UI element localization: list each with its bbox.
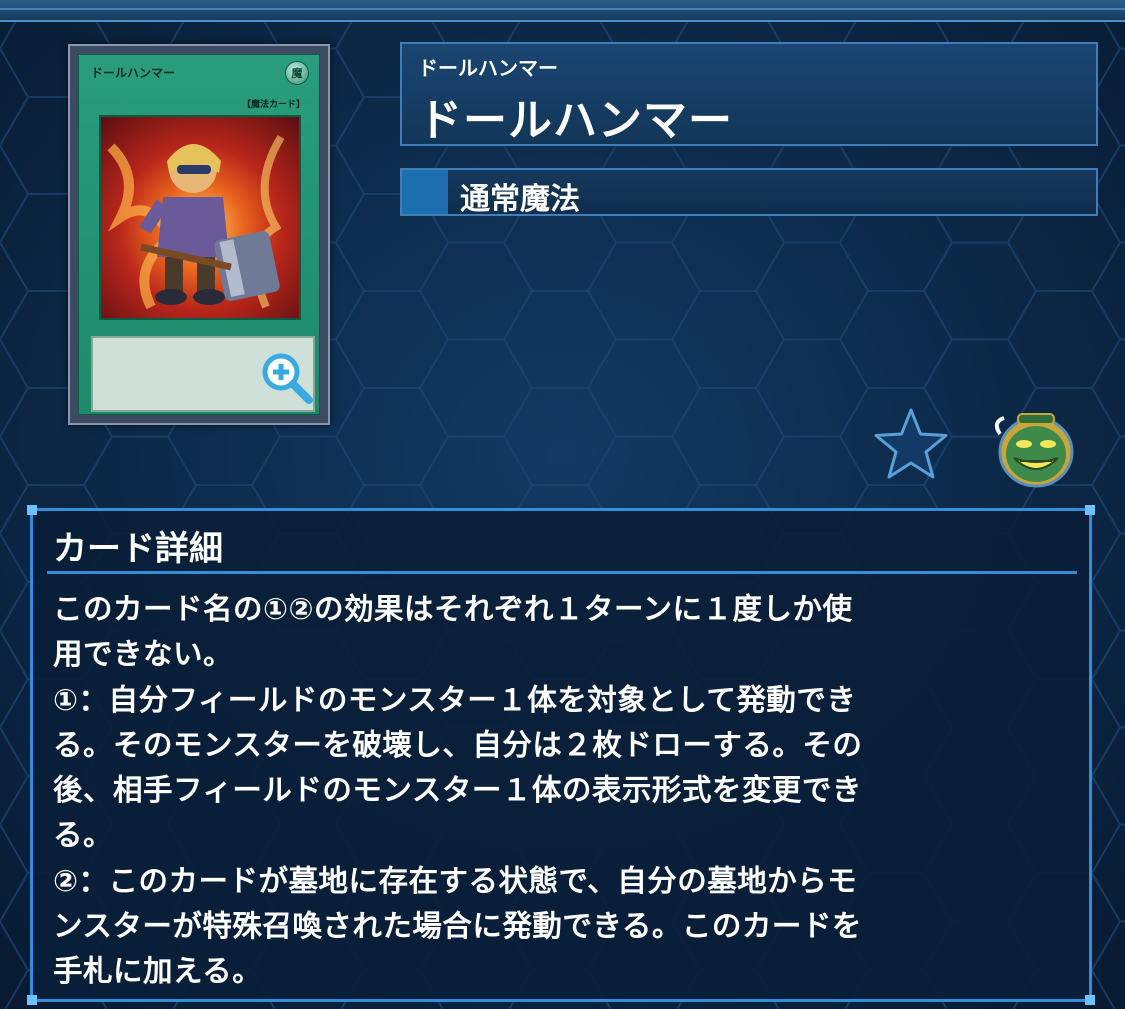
card-frame: ドールハンマー 魔 【魔法カード】 [78,54,320,415]
effect-line: 後、相手フィールドのモンスター１体の表示形式を変更でき [53,773,862,808]
star-icon[interactable] [872,406,950,482]
card-image-type: 【魔法カード】 [241,100,305,110]
card-artwork [99,115,301,320]
card-image[interactable]: ドールハンマー 魔 【魔法カード】 [68,44,330,425]
effect-line: このカード名の①②の効果はそれぞれ１ターンに１度しか使 [53,592,853,626]
card-name-panel: ドールハンマー ドールハンマー [400,42,1098,146]
panel-corner [27,995,37,1005]
effect-line: 手札に加える。 [53,954,263,989]
spell-attribute-icon: 魔 [285,61,309,85]
card-type-label: 通常魔法 [460,182,580,217]
type-marker [402,170,448,214]
card-text-box [91,336,315,412]
effect-line: ②：このカードが墓地に存在する状態で、自分の墓地からモ [53,863,858,898]
card-effect-text: このカード名の①②の効果はそれぞれ１ターンに１度しか使 用できない。 ①：自分フ… [53,587,1077,995]
panel-corner [1085,505,1095,515]
pot-of-greed-icon[interactable] [990,404,1078,490]
effect-line: ①：自分フィールドのモンスター１体を対象として発動でき [53,682,857,717]
card-name-title: ドールハンマー [418,95,733,146]
card-image-name: ドールハンマー [91,66,176,80]
card-detail-panel: カード詳細 このカード名の①②の効果はそれぞれ１ターンに１度しか使 用できない。… [27,505,1095,1005]
detail-divider [47,571,1077,574]
top-header-bar [0,0,1125,22]
effect-line: る。そのモンスターを破壊し、自分は２枚ドローする。その [53,727,863,762]
card-name-reading: ドールハンマー [418,56,558,80]
zoom-in-icon[interactable] [259,350,315,406]
effect-line: 用できない。 [53,637,234,672]
card-detail-heading: カード詳細 [53,529,223,569]
effect-line: ンスターが特殊召喚された場合に発動できる。このカードを [53,909,862,944]
panel-corner [27,505,37,515]
effect-line: る。 [53,818,114,853]
panel-corner [1085,995,1095,1005]
card-type-panel: 通常魔法 [400,168,1098,217]
